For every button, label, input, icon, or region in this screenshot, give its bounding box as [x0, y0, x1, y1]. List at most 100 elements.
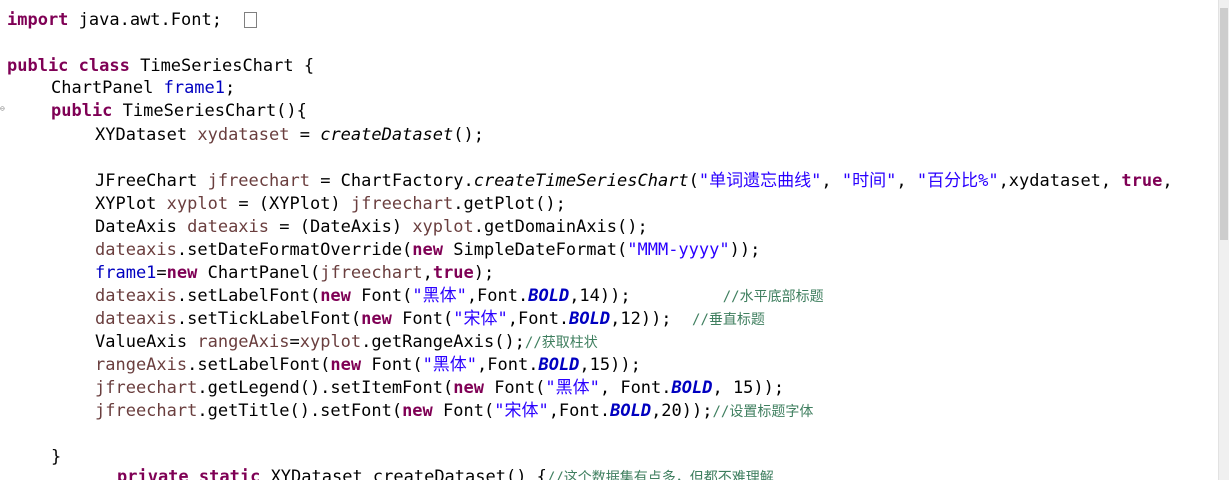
code-line-class-declaration: public class TimeSeriesChart {	[7, 55, 314, 78]
variable: xyplot	[299, 332, 362, 352]
code-text: .getLegend().setItemFont(	[197, 378, 454, 398]
variable: dateaxis	[95, 286, 177, 306]
comment: //水平底部标题	[722, 289, 824, 305]
code-text: ));	[729, 240, 761, 260]
code-text: ,15));	[579, 355, 641, 375]
vertical-scrollbar[interactable]	[1218, 0, 1229, 480]
keyword: new	[320, 286, 351, 306]
code-line-create-dataset: private static XYDataset createDataset()…	[117, 466, 774, 480]
variable: jfreechart	[320, 263, 423, 283]
code-text: =	[289, 125, 321, 145]
code-text: ,20));	[651, 401, 713, 421]
keyword: public	[7, 56, 69, 76]
code-text: ChartPanel(	[197, 263, 321, 283]
comment: //设置标题字体	[712, 404, 814, 420]
keyword: class	[78, 56, 130, 76]
code-text: SimpleDateFormat(	[443, 240, 628, 260]
keyword: new	[361, 309, 392, 329]
code-line-range-font: rangeAxis.setLabelFont(new Font("黑体",Fon…	[95, 354, 641, 377]
string-literal: "黑体"	[545, 378, 600, 398]
comment: //垂直标题	[692, 312, 765, 328]
code-text: .setLabelFont(	[176, 286, 321, 306]
code-text: XYPlot	[95, 194, 167, 214]
keyword: public	[51, 101, 113, 121]
code-line-constructor: public TimeSeriesChart(){	[51, 100, 307, 123]
string-literal: "单词遗忘曲线"	[698, 171, 822, 191]
code-text: Font(	[361, 355, 423, 375]
code-text: .setTickLabelFont(	[176, 309, 362, 329]
variable: rangeAxis	[95, 355, 188, 375]
code-text: .getTitle().setFont(	[197, 401, 403, 421]
code-text: Font(	[391, 309, 454, 329]
variable: xyplot	[166, 194, 229, 214]
code-text: =	[156, 263, 167, 283]
code-line-xyplot: XYPlot xyplot = (XYPlot) jfreechart.getP…	[95, 193, 566, 216]
code-text: ,14));	[569, 286, 631, 306]
code-text: JFreeChart	[95, 171, 208, 191]
code-text: = ChartFactory.	[309, 171, 474, 191]
code-text: = (DateAxis)	[269, 217, 413, 237]
code-text: ChartPanel	[51, 78, 164, 98]
code-text: XYDataset createDataset() {	[260, 467, 547, 480]
code-line-tick-font: dateaxis.setTickLabelFont(new Font("宋体",…	[95, 308, 765, 331]
variable: jfreechart	[207, 171, 310, 191]
code-text: Font(	[350, 286, 413, 306]
constant: BOLD	[671, 378, 713, 398]
keyword: new	[330, 355, 362, 375]
code-line-legend-font: jfreechart.getLegend().setItemFont(new F…	[95, 377, 784, 400]
code-text: ValueAxis	[95, 332, 198, 352]
code-line-create-chart: JFreeChart jfreechart = ChartFactory.cre…	[95, 170, 1173, 193]
keyword: true	[1121, 171, 1163, 191]
method-call: createTimeSeriesChart	[473, 171, 689, 191]
string-literal: "宋体"	[494, 401, 549, 421]
variable: rangeAxis	[197, 332, 290, 352]
constant: BOLD	[569, 309, 611, 329]
code-text: ();	[453, 125, 484, 145]
variable: dateaxis	[95, 309, 177, 329]
variable: jfreechart	[95, 401, 198, 421]
string-literal: "宋体"	[453, 309, 508, 329]
keyword: private	[117, 467, 189, 480]
code-text: =	[289, 332, 300, 352]
comment: //这个数据集有点多，但都不难理解	[546, 470, 774, 480]
code-line-chart-panel: frame1=new ChartPanel(jfreechart,true);	[95, 262, 494, 285]
scrollbar-thumb[interactable]	[1220, 8, 1228, 240]
code-text: ,12));	[610, 309, 672, 329]
code-text: ,	[821, 171, 842, 191]
code-text: ,	[1162, 171, 1173, 191]
variable: xydataset	[197, 125, 290, 145]
code-editor[interactable]: import java.awt.Font; public class TimeS…	[0, 0, 1219, 480]
variable: dateaxis	[95, 240, 177, 260]
code-text: TimeSeriesChart {	[129, 56, 315, 76]
keyword: new	[402, 401, 433, 421]
code-text: , 15));	[712, 378, 785, 398]
method-call: createDataset	[320, 125, 454, 145]
code-text: ,Font.	[477, 355, 539, 375]
variable: jfreechart	[95, 378, 198, 398]
variable: jfreechart	[350, 194, 454, 214]
code-text: .getRangeAxis();	[361, 332, 525, 352]
keyword: import	[7, 10, 69, 30]
code-line-close-brace: }	[51, 446, 61, 469]
keyword: new	[166, 263, 198, 283]
code-text: }	[51, 447, 62, 467]
code-text: ,Font.	[466, 286, 529, 306]
string-literal: "时间"	[841, 171, 897, 191]
constant: BOLD	[528, 286, 570, 306]
code-text: ,Font.	[548, 401, 611, 421]
constant: BOLD	[610, 401, 652, 421]
code-text: , Font.	[599, 378, 672, 398]
code-text: .getDomainAxis();	[473, 217, 648, 237]
code-line-dataset: XYDataset xydataset = createDataset();	[95, 124, 484, 147]
code-line-title-font: jfreechart.getTitle().setFont(new Font("…	[95, 400, 813, 423]
code-text: ,Font.	[507, 309, 570, 329]
variable: dateaxis	[187, 217, 270, 237]
fold-toggle-icon[interactable]: ⊖	[0, 105, 6, 113]
keyword: true	[432, 263, 474, 283]
constant: BOLD	[538, 355, 580, 375]
keyword: new	[412, 240, 444, 260]
code-line-dateaxis: DateAxis dateaxis = (DateAxis) xyplot.ge…	[95, 216, 648, 239]
string-literal: "黑体"	[422, 355, 478, 375]
collapsed-imports-icon[interactable]	[244, 12, 258, 28]
